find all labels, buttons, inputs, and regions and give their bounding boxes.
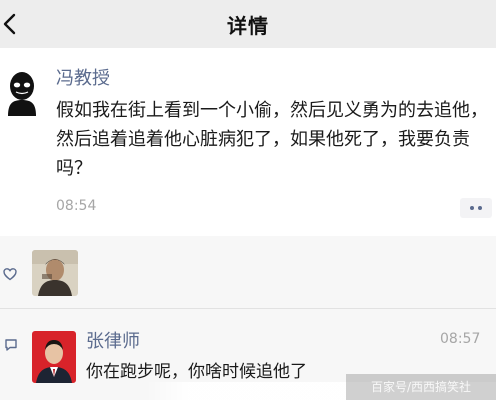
comment-text: 你在跑步呢，你啥时候追他了 [86,362,307,382]
comment-timestamp: 08:57 [440,331,481,347]
likes-section [0,236,496,308]
moment-detail-screen: 详情 冯教授 假如我在街上看到一个小偷，然后见义勇为的去追他，然后追着追着他心脏… [0,0,496,400]
top-navigation-bar: 详情 [0,0,496,48]
more-actions-button[interactable] [460,198,492,218]
commenter-avatar[interactable] [32,331,76,383]
liker-avatar[interactable] [32,250,78,296]
comment-icon [4,337,18,351]
more-dots-icon [470,206,474,210]
commenter-name[interactable]: 张律师 [86,327,140,353]
heart-icon [3,266,17,281]
moment-post: 冯教授 假如我在街上看到一个小偷，然后见义勇为的去追他，然后追着追着他心脏病犯了… [0,48,496,236]
post-text: 假如我在街上看到一个小偷，然后见义勇为的去追他，然后追着追着他心脏病犯了，如果他… [56,100,488,179]
post-timestamp: 08:54 [56,198,97,214]
watermark: 百家号/西西搞笑社 [346,374,496,400]
page-title: 详情 [227,13,269,38]
back-button[interactable] [0,8,20,40]
author-name[interactable]: 冯教授 [56,64,110,90]
chevron-left-icon [3,12,17,36]
author-avatar[interactable] [2,68,42,116]
